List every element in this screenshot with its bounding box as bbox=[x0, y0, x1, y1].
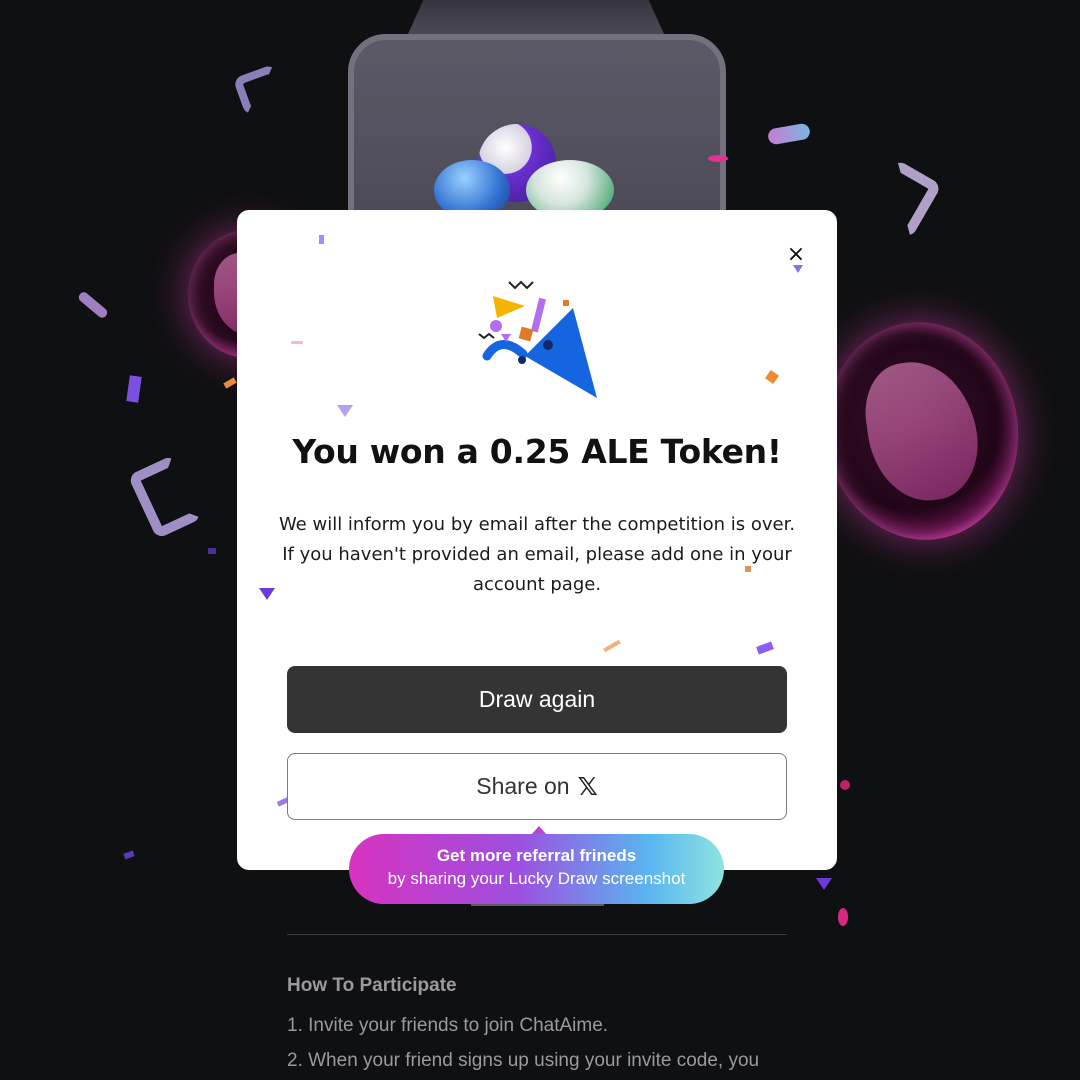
ale-token-coin bbox=[811, 309, 1033, 553]
confetti-piece bbox=[123, 850, 135, 860]
confetti-piece bbox=[319, 235, 324, 244]
section-divider bbox=[287, 934, 787, 935]
confetti-piece bbox=[223, 377, 237, 389]
confetti-ribbon bbox=[76, 290, 110, 320]
modal-message: We will inform you by email after the co… bbox=[277, 510, 797, 600]
confetti-piece bbox=[208, 548, 216, 554]
share-label: Share on bbox=[476, 773, 570, 799]
confetti-piece bbox=[126, 375, 142, 403]
confetti-piece bbox=[708, 155, 728, 162]
message-line: We will inform you by email after the co… bbox=[278, 514, 796, 535]
participation-step: 2. When your friend signs up using your … bbox=[287, 1050, 760, 1071]
confetti-piece bbox=[291, 341, 303, 344]
message-line: If you haven't provided an email, please… bbox=[282, 544, 792, 565]
confetti-piece bbox=[765, 370, 779, 384]
confetti-ribbon bbox=[127, 454, 203, 540]
confetti-piece bbox=[793, 265, 803, 273]
lucky-draw-machine-top bbox=[408, 0, 664, 34]
confetti-piece bbox=[603, 639, 621, 653]
link-underline bbox=[471, 904, 604, 906]
confetti-piece bbox=[838, 908, 848, 926]
lucky-draw-result-modal: × You won a 0.25 ALE Token! We will info… bbox=[237, 210, 837, 870]
confetti-ribbon bbox=[232, 63, 288, 117]
confetti-ribbon bbox=[865, 159, 943, 239]
confetti-piece bbox=[816, 878, 832, 890]
confetti-piece bbox=[337, 405, 353, 417]
share-on-x-button[interactable]: Share on 𝕏 bbox=[287, 753, 787, 820]
x-logo-icon: 𝕏 bbox=[577, 772, 598, 801]
party-popper-icon bbox=[478, 280, 597, 398]
how-to-participate-section: How To Participate 1. Invite your friend… bbox=[287, 934, 787, 1072]
confetti-piece bbox=[745, 566, 751, 572]
confetti-piece bbox=[756, 641, 774, 655]
modal-title: You won a 0.25 ALE Token! bbox=[292, 432, 782, 471]
section-heading: How To Participate bbox=[287, 975, 457, 996]
confetti-piece bbox=[840, 780, 850, 790]
draw-again-button[interactable]: Draw again bbox=[287, 666, 787, 733]
confetti-ribbon bbox=[766, 122, 812, 146]
tooltip-subtitle: by sharing your Lucky Draw screenshot bbox=[387, 869, 686, 888]
confetti-piece bbox=[259, 588, 275, 600]
referral-tooltip: Get more referral frineds by sharing you… bbox=[349, 834, 724, 904]
tooltip-title: Get more referral frineds bbox=[436, 846, 637, 865]
message-line: account page. bbox=[472, 574, 602, 595]
participation-step: 1. Invite your friends to join ChatAime. bbox=[287, 1015, 609, 1036]
